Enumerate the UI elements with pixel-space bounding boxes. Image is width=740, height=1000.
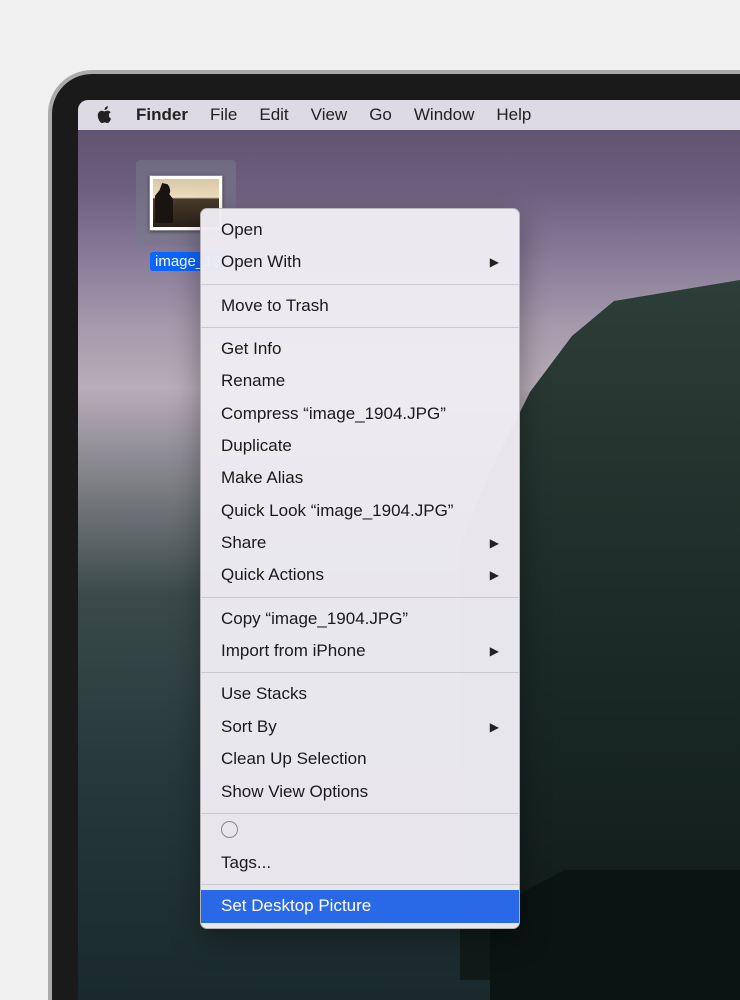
ctx-compress[interactable]: Compress “image_1904.JPG” (201, 398, 519, 430)
submenu-arrow-icon: ▶ (490, 253, 499, 272)
submenu-arrow-icon: ▶ (490, 642, 499, 661)
menubar-go[interactable]: Go (369, 105, 392, 125)
ctx-label: Use Stacks (221, 681, 307, 707)
menubar-edit[interactable]: Edit (259, 105, 288, 125)
ctx-label: Compress “image_1904.JPG” (221, 401, 446, 427)
ctx-move-to-trash[interactable]: Move to Trash (201, 290, 519, 322)
ctx-set-desktop-picture[interactable]: Set Desktop Picture (201, 890, 519, 922)
menubar-help[interactable]: Help (496, 105, 531, 125)
ctx-make-alias[interactable]: Make Alias (201, 462, 519, 494)
menubar-file[interactable]: File (210, 105, 237, 125)
menubar-view[interactable]: View (311, 105, 348, 125)
ctx-label: Tags... (221, 850, 271, 876)
ctx-label: Open (221, 217, 263, 243)
ctx-tag-colors[interactable] (201, 819, 519, 847)
ctx-label: Sort By (221, 714, 277, 740)
ctx-quick-actions[interactable]: Quick Actions ▶ (201, 559, 519, 591)
submenu-arrow-icon: ▶ (490, 534, 499, 553)
ctx-label: Clean Up Selection (221, 746, 367, 772)
context-menu: Open Open With ▶ Move to Trash Get Info … (200, 208, 520, 929)
submenu-arrow-icon: ▶ (490, 566, 499, 585)
ctx-quick-look[interactable]: Quick Look “image_1904.JPG” (201, 495, 519, 527)
apple-logo-icon[interactable] (96, 106, 114, 124)
ctx-label: Share (221, 530, 266, 556)
ctx-get-info[interactable]: Get Info (201, 333, 519, 365)
ctx-label: Quick Actions (221, 562, 324, 588)
ctx-label: Copy “image_1904.JPG” (221, 606, 408, 632)
ctx-separator (201, 327, 519, 328)
ctx-copy[interactable]: Copy “image_1904.JPG” (201, 603, 519, 635)
ctx-label: Rename (221, 368, 285, 394)
ctx-separator (201, 597, 519, 598)
ctx-clean-up[interactable]: Clean Up Selection (201, 743, 519, 775)
ctx-show-view-options[interactable]: Show View Options (201, 776, 519, 808)
submenu-arrow-icon: ▶ (490, 718, 499, 737)
ctx-separator (201, 813, 519, 814)
ctx-label: Open With (221, 249, 301, 275)
menubar-window[interactable]: Window (414, 105, 474, 125)
thumbnail-silhouette (155, 183, 173, 223)
ctx-open[interactable]: Open (201, 214, 519, 246)
laptop-bezel: Finder File Edit View Go Window Help ima… (52, 74, 740, 1000)
tag-circle-icon[interactable] (221, 821, 238, 838)
ctx-tags[interactable]: Tags... (201, 847, 519, 879)
ctx-label: Show View Options (221, 779, 368, 805)
menu-bar: Finder File Edit View Go Window Help (78, 100, 740, 130)
ctx-label: Get Info (221, 336, 281, 362)
ctx-use-stacks[interactable]: Use Stacks (201, 678, 519, 710)
ctx-open-with[interactable]: Open With ▶ (201, 246, 519, 278)
menubar-app-name[interactable]: Finder (136, 105, 188, 125)
ctx-label: Set Desktop Picture (221, 893, 371, 919)
ctx-separator (201, 672, 519, 673)
ctx-label: Import from iPhone (221, 638, 366, 664)
ctx-import-iphone[interactable]: Import from iPhone ▶ (201, 635, 519, 667)
desktop-screen[interactable]: Finder File Edit View Go Window Help ima… (78, 100, 740, 1000)
ctx-separator (201, 884, 519, 885)
ctx-label: Move to Trash (221, 293, 329, 319)
ctx-rename[interactable]: Rename (201, 365, 519, 397)
ctx-share[interactable]: Share ▶ (201, 527, 519, 559)
ctx-duplicate[interactable]: Duplicate (201, 430, 519, 462)
ctx-label: Quick Look “image_1904.JPG” (221, 498, 453, 524)
ctx-separator (201, 284, 519, 285)
ctx-label: Duplicate (221, 433, 292, 459)
ctx-label: Make Alias (221, 465, 303, 491)
laptop-frame: Finder File Edit View Go Window Help ima… (48, 70, 740, 1000)
ctx-sort-by[interactable]: Sort By ▶ (201, 711, 519, 743)
wallpaper-shoreline (490, 870, 740, 1000)
